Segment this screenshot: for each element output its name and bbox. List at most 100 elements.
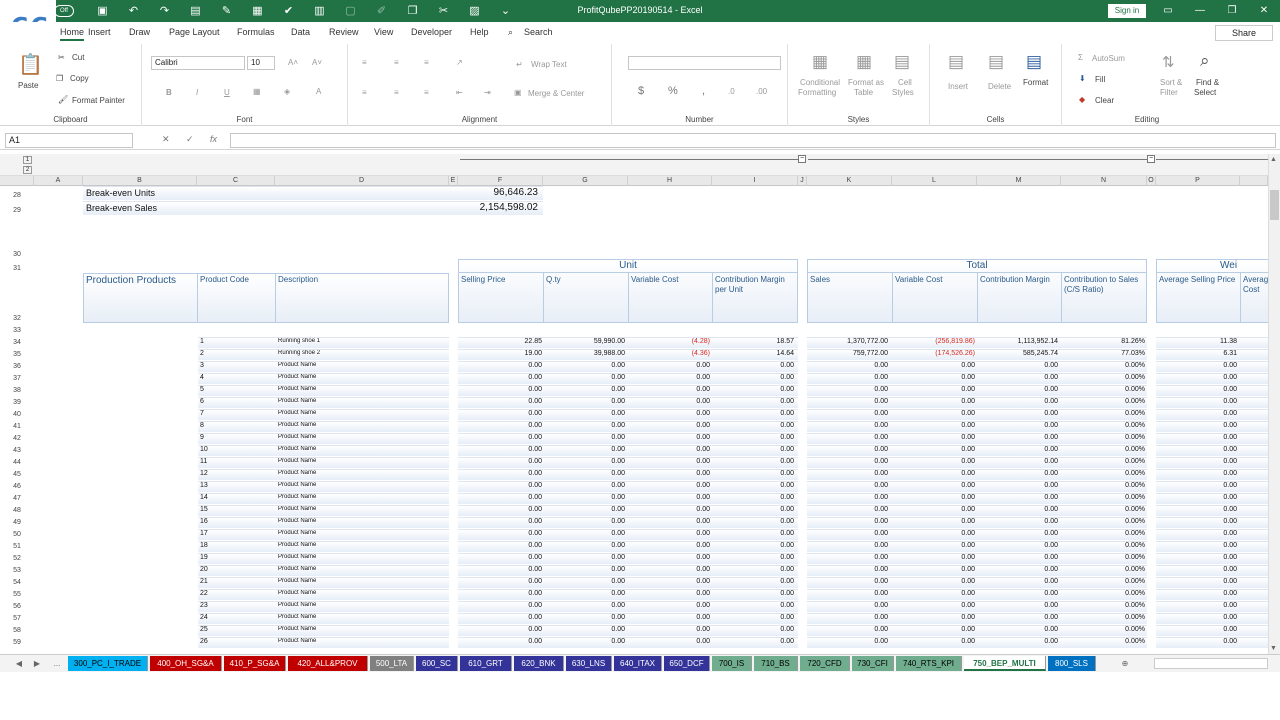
product-code-cell[interactable]: 25 (200, 626, 260, 633)
paste-button[interactable]: Paste (18, 81, 38, 90)
avg-selling-price-cell[interactable]: 0.00 (1157, 614, 1237, 621)
increase-decimal-icon[interactable]: .0 (728, 87, 735, 96)
sheet-tab[interactable]: 500_LTA (370, 656, 414, 671)
avg-selling-price-cell[interactable]: 0.00 (1157, 482, 1237, 489)
product-description-cell[interactable]: Product Name (278, 542, 438, 548)
product-code-cell[interactable]: 9 (200, 434, 260, 441)
variable-cost-cell[interactable]: 0.00 (630, 482, 710, 489)
contribution-margin-cell[interactable]: 0.00 (978, 434, 1058, 441)
contribution-to-sales-cell[interactable]: 0.00% (1063, 386, 1145, 393)
quantity-cell[interactable]: 0.00 (545, 518, 625, 525)
name-box[interactable]: A1 (5, 133, 133, 148)
selling-price-cell[interactable]: 0.00 (460, 482, 542, 489)
avg-selling-price-cell[interactable]: 0.00 (1157, 530, 1237, 537)
sheet-tab[interactable]: 740_RTS_KPI (896, 656, 962, 671)
variable-cost-total-cell[interactable]: (174,526.26) (893, 350, 975, 357)
quantity-cell[interactable]: 0.00 (545, 530, 625, 537)
avg-selling-price-cell[interactable]: 0.00 (1157, 470, 1237, 477)
sales-cell[interactable]: 0.00 (808, 638, 888, 645)
variable-cost-total-cell[interactable]: 0.00 (893, 566, 975, 573)
row-header-44[interactable]: 44 (0, 457, 34, 469)
contribution-to-sales-cell[interactable]: 0.00% (1063, 374, 1145, 381)
avg-selling-price-cell[interactable]: 0.00 (1157, 374, 1237, 381)
row-header-52[interactable]: 52 (0, 553, 34, 565)
variable-cost-cell[interactable]: 0.00 (630, 578, 710, 585)
variable-cost-cell[interactable]: 0.00 (630, 614, 710, 621)
scroll-up-icon[interactable]: ▲ (1270, 156, 1277, 163)
row-header-34[interactable]: 34 (0, 337, 34, 349)
scroll-down-icon[interactable]: ▼ (1270, 645, 1277, 652)
scroll-thumb[interactable] (1270, 190, 1279, 220)
contribution-margin-unit-cell[interactable]: 0.00 (714, 530, 794, 537)
sales-cell[interactable]: 0.00 (808, 626, 888, 633)
contribution-margin-cell[interactable]: 0.00 (978, 446, 1058, 453)
selling-price-cell[interactable]: 0.00 (460, 398, 542, 405)
selling-price-cell[interactable]: 0.00 (460, 578, 542, 585)
sheet-tab[interactable]: 600_SC (416, 656, 458, 671)
sales-cell[interactable]: 0.00 (808, 422, 888, 429)
sales-cell[interactable]: 0.00 (808, 578, 888, 585)
product-description-cell[interactable]: Product Name (278, 410, 438, 416)
select-all-corner[interactable] (0, 176, 34, 186)
variable-cost-cell[interactable]: 0.00 (630, 434, 710, 441)
avg-selling-price-cell[interactable]: 0.00 (1157, 506, 1237, 513)
row-header-42[interactable]: 42 (0, 433, 34, 445)
product-code-cell[interactable]: 16 (200, 518, 260, 525)
contribution-margin-unit-cell[interactable]: 0.00 (714, 542, 794, 549)
sales-cell[interactable]: 0.00 (808, 614, 888, 621)
contribution-margin-unit-cell[interactable]: 0.00 (714, 638, 794, 645)
row-header-57[interactable]: 57 (0, 613, 34, 625)
contribution-margin-cell[interactable]: 0.00 (978, 422, 1058, 429)
column-header-o[interactable]: O (1147, 176, 1156, 186)
contribution-margin-cell[interactable]: 0.00 (978, 578, 1058, 585)
selling-price-cell[interactable]: 0.00 (460, 470, 542, 477)
product-description-cell[interactable]: Product Name (278, 518, 438, 524)
font-color-icon[interactable]: A (316, 87, 321, 96)
row-header-47[interactable]: 47 (0, 493, 34, 505)
selling-price-cell[interactable]: 0.00 (460, 614, 542, 621)
quantity-cell[interactable]: 39,988.00 (545, 350, 625, 357)
variable-cost-total-cell[interactable]: 0.00 (893, 458, 975, 465)
product-code-cell[interactable]: 18 (200, 542, 260, 549)
close-icon[interactable]: ✕ (1248, 0, 1280, 22)
column-header-c[interactable]: C (197, 176, 275, 186)
ribbon-display-icon[interactable]: ▭ (1152, 0, 1184, 22)
product-code-cell[interactable]: 6 (200, 398, 260, 405)
contribution-to-sales-cell[interactable]: 0.00% (1063, 518, 1145, 525)
copy-icon[interactable]: ❐ (56, 74, 63, 83)
tab-page-layout[interactable]: Page Layout (169, 27, 220, 37)
sheet-tab[interactable]: 730_CFI (852, 656, 894, 671)
search-icon[interactable]: ⌕ (508, 27, 513, 38)
row-header-48[interactable]: 48 (0, 505, 34, 517)
row-header-45[interactable]: 45 (0, 469, 34, 481)
next-sheet-icon[interactable]: ▶ (32, 656, 42, 671)
product-code-cell[interactable]: 3 (200, 362, 260, 369)
cut-icon[interactable]: ✂ (58, 53, 65, 62)
variable-cost-cell[interactable]: 0.00 (630, 362, 710, 369)
restore-icon[interactable]: ❐ (1216, 0, 1248, 22)
contribution-margin-unit-cell[interactable]: 0.00 (714, 458, 794, 465)
contribution-margin-unit-cell[interactable]: 0.00 (714, 470, 794, 477)
align-top-icon[interactable]: ≡ (362, 58, 367, 67)
contribution-to-sales-cell[interactable]: 0.00% (1063, 626, 1145, 633)
product-code-cell[interactable]: 7 (200, 410, 260, 417)
product-description-cell[interactable]: Product Name (278, 566, 438, 572)
contribution-margin-unit-cell[interactable]: 0.00 (714, 590, 794, 597)
product-description-cell[interactable]: Running shoe 2 (278, 350, 438, 356)
sheet-tab[interactable]: 620_BNK (514, 656, 564, 671)
find-select-icon[interactable]: ⌕ (1200, 51, 1210, 71)
breakeven-sales-value[interactable]: 2,154,598.02 (440, 202, 538, 213)
wrap-text-icon[interactable]: ↵ (516, 60, 523, 69)
quantity-cell[interactable]: 0.00 (545, 374, 625, 381)
format-cells-button[interactable]: Format (1023, 78, 1048, 87)
tab-draw[interactable]: Draw (129, 27, 150, 37)
contribution-to-sales-cell[interactable]: 0.00% (1063, 542, 1145, 549)
fill-color-icon[interactable]: ◈ (284, 87, 290, 96)
wrap-text-button[interactable]: Wrap Text (531, 60, 567, 69)
contribution-to-sales-cell[interactable]: 0.00% (1063, 398, 1145, 405)
variable-cost-cell[interactable]: 0.00 (630, 554, 710, 561)
quantity-cell[interactable]: 0.00 (545, 482, 625, 489)
contribution-margin-unit-cell[interactable]: 0.00 (714, 566, 794, 573)
avg-selling-price-cell[interactable]: 0.00 (1157, 362, 1237, 369)
sheet-tab[interactable]: 750_BEP_MULTI (964, 656, 1046, 671)
